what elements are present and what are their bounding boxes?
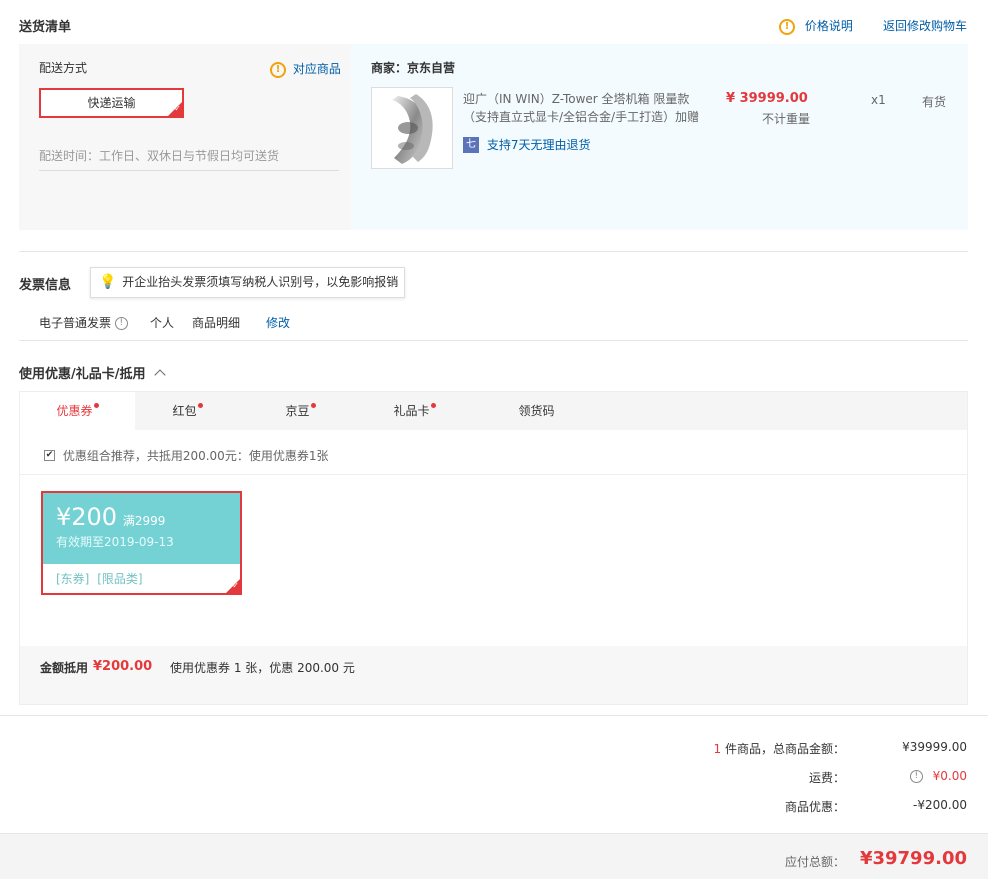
section-title-invoice: 发票信息 — [19, 278, 72, 293]
combo-recommend: ✔ 优惠组合推荐，共抵用200.00元：使用优惠券1张 — [44, 449, 329, 463]
tab-gift-card[interactable]: 礼品卡 — [357, 392, 472, 430]
freight-label: 运费： — [808, 771, 845, 785]
coupon-condition: 满2999 — [122, 514, 166, 528]
goods-amount: ¥39999.00 — [902, 740, 967, 754]
product-price: ¥ 39999.00 — [726, 91, 808, 106]
discount-label: 商品优惠： — [784, 800, 845, 814]
invoice-type: 电子普通发票 ! — [39, 314, 128, 331]
section-title-coupons[interactable]: 使用优惠/礼品卡/抵用 — [19, 363, 166, 382]
invoice-tip: 💡 开企业抬头发票须填写纳税人识别号，以免影响报销 — [90, 267, 405, 298]
discount-amount: -¥200.00 — [913, 798, 967, 812]
divider — [19, 340, 968, 341]
info-icon: ! — [779, 18, 795, 35]
return-badge-icon: 七 — [463, 136, 479, 153]
invoice-edit-link[interactable]: 修改 — [266, 314, 290, 331]
merchant-label: 商家：京东自营 — [371, 61, 456, 75]
coupon-valid-date: 有效期至2019-09-13 — [56, 535, 174, 549]
summary-label: 金额抵用 — [40, 661, 89, 675]
return-policy: 七 支持7天无理由退货 — [463, 136, 590, 153]
coupon-tags: [东券] [限品类] — [56, 572, 143, 586]
related-goods-link[interactable]: ! 对应商品 — [270, 60, 341, 78]
price-note-link[interactable]: ! 价格说明 — [779, 17, 853, 35]
shipping-method-label: 配送方式 — [39, 61, 88, 75]
freight-amount: ! ¥0.00 — [909, 769, 967, 783]
tab-red-packet[interactable]: 红包 — [130, 392, 245, 430]
invoice-content: 商品明细 — [192, 316, 241, 330]
section-title-delivery: 送货清单 — [19, 20, 72, 35]
product-quantity: x1 — [871, 93, 886, 107]
product-thumbnail — [392, 94, 433, 164]
coupon-summary — [20, 646, 967, 704]
product-name[interactable]: 迎广（IN WIN）Z-Tower 全塔机箱 限量款 （支持直立式显卡/全铝合金… — [463, 90, 699, 126]
info-icon[interactable]: ! — [909, 770, 923, 783]
chevron-up-icon — [154, 369, 166, 381]
tab-coupons[interactable]: 优惠券 — [20, 392, 135, 430]
info-icon: ! — [270, 61, 286, 78]
tab-pickup-code[interactable]: 领货码 — [479, 392, 594, 430]
payable-amount: ¥39799.00 — [859, 848, 967, 869]
info-icon[interactable]: ! — [114, 317, 128, 330]
goods-count-label: 1 件商品，总商品金额： — [713, 742, 845, 756]
divider — [19, 251, 968, 252]
product-stock: 有货 — [922, 95, 947, 109]
check-icon — [226, 579, 240, 593]
coupon-card[interactable]: ¥200 满2999 有效期至2019-09-13 [东券] [限品类] — [41, 491, 242, 595]
shipping-method-option[interactable]: 快递运输 — [39, 88, 184, 118]
divider — [0, 715, 988, 716]
check-icon — [168, 102, 182, 116]
coupon-amount: ¥200 — [56, 503, 118, 531]
coupon-card-top: ¥200 满2999 有效期至2019-09-13 — [43, 493, 240, 564]
tab-jingdou[interactable]: 京豆 — [243, 392, 358, 430]
delivery-time: 配送时间：工作日、双休日与节假日均可送货 — [39, 147, 339, 171]
summary-amount: ¥200.00 — [93, 659, 153, 674]
lightbulb-icon: 💡 — [99, 274, 117, 290]
product-image[interactable] — [371, 87, 453, 169]
divider — [20, 474, 967, 475]
product-weight: 不计重量 — [762, 112, 811, 126]
back-to-cart-link[interactable]: 返回修改购物车 — [883, 17, 967, 34]
combo-checkbox[interactable]: ✔ — [44, 450, 55, 461]
summary-text: 使用优惠券 1 张，优惠 200.00 元 — [170, 661, 355, 675]
invoice-holder: 个人 — [150, 316, 175, 330]
payable-label: 应付总额： — [784, 855, 845, 869]
